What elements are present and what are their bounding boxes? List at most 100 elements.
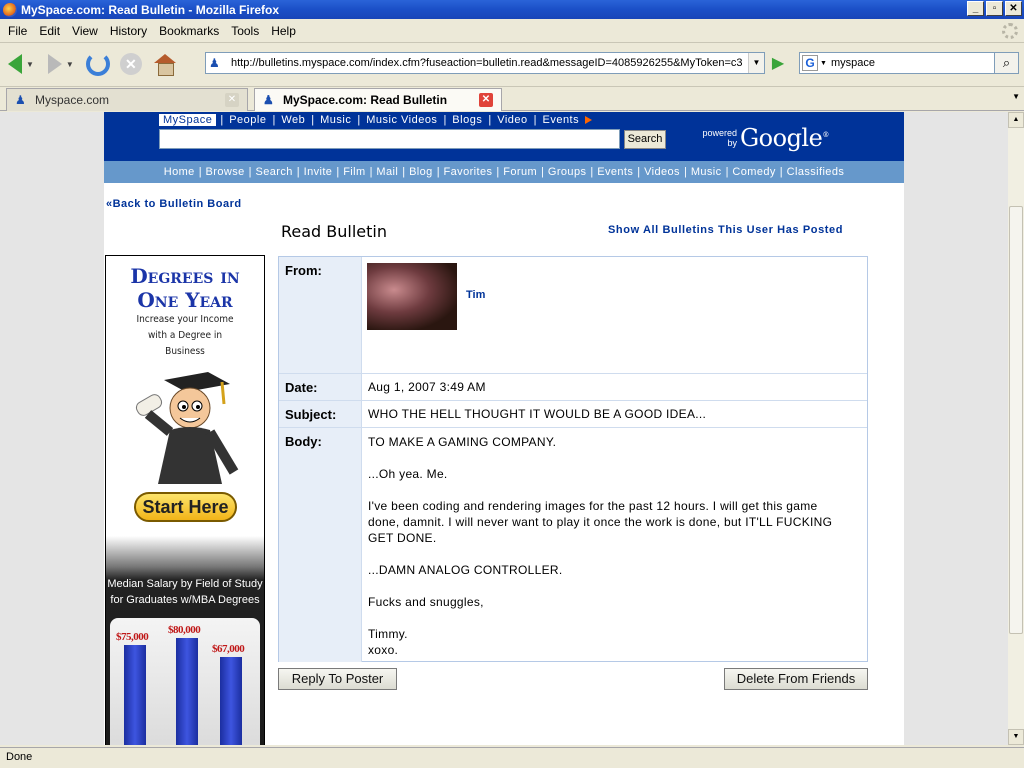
back-button[interactable]: ▼ xyxy=(0,49,34,79)
tab-myspace[interactable]: ♟ Myspace.com ✕ xyxy=(6,88,248,111)
toplink-myspace[interactable]: MySpace xyxy=(159,113,217,126)
menu-tools[interactable]: Tools xyxy=(225,24,265,38)
show-all-bulletins-link[interactable]: Show All Bulletins This User Has Posted xyxy=(608,224,843,236)
subnav-events[interactable]: Events xyxy=(597,166,633,178)
separator: | xyxy=(198,166,202,178)
ad-headline: Degrees in One Year xyxy=(106,264,264,312)
forward-dropdown-icon[interactable]: ▼ xyxy=(66,60,74,69)
reload-icon[interactable] xyxy=(85,52,110,76)
subnav-home[interactable]: Home xyxy=(164,166,195,178)
toplink-video[interactable]: Video xyxy=(493,114,531,126)
tab-read-bulletin[interactable]: ♟ MySpace.com: Read Bulletin ✕ xyxy=(254,88,502,111)
events-arrow-icon[interactable] xyxy=(585,115,593,124)
subnav-blog[interactable]: Blog xyxy=(409,166,433,178)
ad-headline-line-2: One Year xyxy=(137,288,233,312)
ad-start-here-button[interactable]: Start Here xyxy=(134,492,237,522)
toplink-events[interactable]: Events xyxy=(538,114,583,126)
myspace-search-button[interactable]: Search xyxy=(624,130,666,149)
ad-sub-line-3: Business xyxy=(165,346,205,357)
subnav-film[interactable]: Film xyxy=(343,166,365,178)
forward-arrow-icon xyxy=(47,54,62,74)
page-title: Read Bulletin xyxy=(281,222,387,241)
subject-label: Subject: xyxy=(279,401,362,427)
search-box[interactable]: G ▼ myspace xyxy=(799,52,995,74)
scroll-down-icon[interactable]: ▼ xyxy=(1008,729,1024,745)
window-title: MySpace.com: Read Bulletin - Mozilla Fir… xyxy=(21,2,280,17)
minimize-button[interactable]: _ xyxy=(967,1,984,16)
url-text[interactable]: http://bulletins.myspace.com/index.cfm?f… xyxy=(231,57,743,69)
close-tab-icon[interactable]: ✕ xyxy=(479,93,493,107)
magnifier-search-icon[interactable]: ⌕ xyxy=(995,52,1019,74)
url-bar[interactable]: ♟ http://bulletins.myspace.com/index.cfm… xyxy=(205,52,765,74)
body-paragraph: ...DAMN ANALOG CONTROLLER. xyxy=(368,563,563,577)
separator: | xyxy=(296,166,300,178)
body-paragraph: TO MAKE A GAMING COMPANY. xyxy=(368,435,557,449)
close-tab-icon[interactable]: ✕ xyxy=(225,93,239,107)
sender-name-link[interactable]: Tim xyxy=(466,289,485,301)
menu-edit[interactable]: Edit xyxy=(33,24,66,38)
subnav-invite[interactable]: Invite xyxy=(304,166,333,178)
toplink-web[interactable]: Web xyxy=(277,114,309,126)
search-input[interactable]: myspace xyxy=(831,57,875,69)
menu-help[interactable]: Help xyxy=(265,24,302,38)
menu-history[interactable]: History xyxy=(104,24,153,38)
menu-file[interactable]: File xyxy=(2,24,33,38)
subnav-search[interactable]: Search xyxy=(256,166,293,178)
subnav-favorites[interactable]: Favorites xyxy=(444,166,493,178)
toplink-music-videos[interactable]: Music Videos xyxy=(362,114,441,126)
scroll-up-icon[interactable]: ▲ xyxy=(1008,112,1024,128)
subnav-comedy[interactable]: Comedy xyxy=(732,166,775,178)
menu-bookmarks[interactable]: Bookmarks xyxy=(153,24,225,38)
subnav-browse[interactable]: Browse xyxy=(206,166,245,178)
toplink-people[interactable]: People xyxy=(225,114,270,126)
delete-from-friends-button[interactable]: Delete From Friends xyxy=(724,668,868,690)
date-label: Date: xyxy=(279,374,362,400)
forward-button[interactable]: ▼ xyxy=(34,49,74,79)
separator: | xyxy=(220,113,224,126)
url-history-dropdown-icon[interactable]: ▼ xyxy=(748,53,764,73)
subnav-videos[interactable]: Videos xyxy=(644,166,680,178)
subnav-forum[interactable]: Forum xyxy=(503,166,537,178)
toplink-music[interactable]: Music xyxy=(316,114,355,126)
subnav-music[interactable]: Music xyxy=(691,166,722,178)
engine-dropdown-icon[interactable]: ▼ xyxy=(820,60,827,67)
separator: | xyxy=(496,166,500,178)
scroll-thumb[interactable] xyxy=(1009,206,1023,634)
separator: | xyxy=(272,113,276,126)
tab-list-dropdown-icon[interactable]: ▼ xyxy=(1012,92,1020,101)
ad-chart-bar-label: $80,000 xyxy=(168,624,201,636)
myspace-search-input[interactable] xyxy=(159,129,620,149)
ad-chart-bar xyxy=(176,638,198,745)
subnav-classifieds[interactable]: Classifieds xyxy=(787,166,845,178)
toplink-blogs[interactable]: Blogs xyxy=(448,114,486,126)
google-logo[interactable]: Google® xyxy=(740,124,829,152)
back-dropdown-icon[interactable]: ▼ xyxy=(26,60,34,69)
ad-chart-bar-label: $75,000 xyxy=(116,631,149,643)
google-engine-icon[interactable]: G xyxy=(802,55,818,71)
tab-bar: ♟ Myspace.com ✕ ♟ MySpace.com: Read Bull… xyxy=(0,86,1024,111)
body-row: Body: TO MAKE A GAMING COMPANY. ...Oh ye… xyxy=(279,428,867,662)
subnav-mail[interactable]: Mail xyxy=(376,166,398,178)
avatar[interactable] xyxy=(367,263,457,330)
subnav-groups[interactable]: Groups xyxy=(548,166,586,178)
degree-advertisement[interactable]: Degrees in One Year Increase your Income w… xyxy=(105,255,265,745)
home-icon[interactable] xyxy=(153,54,176,76)
close-window-button[interactable]: ✕ xyxy=(1005,1,1022,16)
myspace-favicon-icon: ♟ xyxy=(15,93,26,107)
reply-to-poster-button[interactable]: Reply To Poster xyxy=(278,668,397,690)
go-button-icon[interactable]: ▶ xyxy=(768,54,788,74)
back-to-bulletin-board-link[interactable]: «Back to Bulletin Board xyxy=(106,198,242,210)
menu-view[interactable]: View xyxy=(66,24,104,38)
body-line: xoxo. xyxy=(368,643,399,657)
body-paragraph: Fucks and snuggles, xyxy=(368,595,484,609)
from-row: From: Tim xyxy=(279,257,867,374)
stop-icon[interactable]: ✕ xyxy=(119,53,142,75)
from-label: From: xyxy=(279,257,362,373)
separator: | xyxy=(443,113,447,126)
firefox-icon xyxy=(3,2,17,17)
separator: | xyxy=(248,166,252,178)
separator: | xyxy=(683,166,687,178)
page-viewport: MySpace | People | Web | Music | Music V… xyxy=(0,112,1008,745)
maximize-button[interactable]: ▫ xyxy=(986,1,1003,16)
vertical-scrollbar[interactable]: ▲ ▼ xyxy=(1008,112,1024,745)
